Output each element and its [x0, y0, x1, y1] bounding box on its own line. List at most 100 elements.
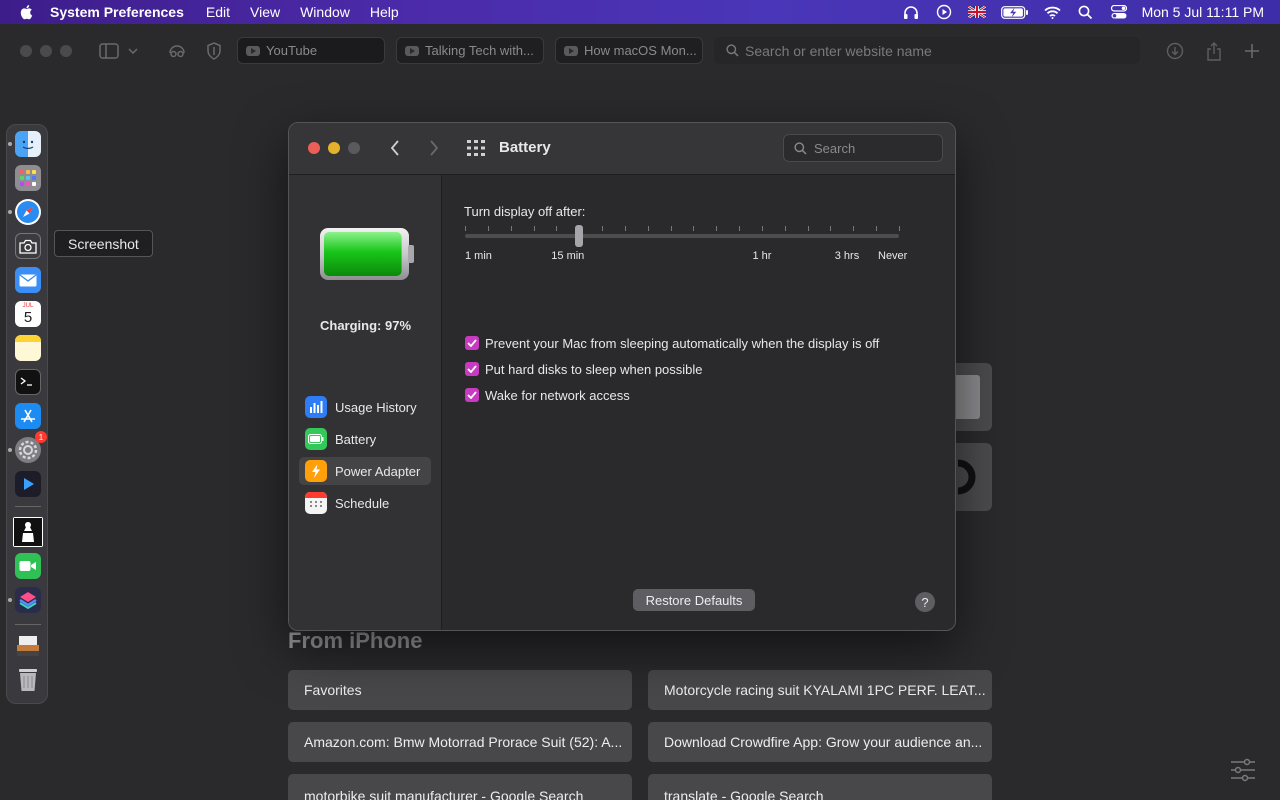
page-icon	[952, 375, 980, 419]
section-title-from-iphone: From iPhone	[288, 628, 423, 653]
iphone-tab-tile[interactable]: Motorcycle racing suit KYALAMI 1PC PERF.…	[648, 670, 992, 710]
mail-icon[interactable]	[15, 267, 41, 293]
iphone-tab-tile[interactable]: Amazon.com: Bmw Motorrad Prorace Suit (5…	[288, 722, 632, 762]
menu-edit[interactable]: Edit	[206, 4, 230, 20]
iphone-tab-tile[interactable]: motorbike suit manufacturer - Google Sea…	[288, 774, 632, 800]
menu-view[interactable]: View	[250, 4, 280, 20]
calendar-header	[305, 492, 327, 498]
play-circle-icon[interactable]	[935, 4, 953, 20]
shield-icon[interactable]	[203, 40, 225, 62]
show-all-grid-icon[interactable]	[467, 140, 485, 156]
display-off-slider[interactable]	[465, 225, 900, 247]
control-center-icon[interactable]	[1110, 4, 1128, 20]
battery-sidebar: Charging: 97% Usage History Battery Powe…	[289, 175, 442, 630]
calendar-icon[interactable]: JUL 5	[15, 301, 41, 327]
menu-window[interactable]: Window	[300, 4, 350, 20]
back-chevron-icon[interactable]	[390, 140, 400, 156]
infuse-icon[interactable]	[15, 471, 41, 497]
address-bar[interactable]: Search or enter website name	[714, 37, 1140, 64]
slider-tick	[899, 226, 900, 231]
slider-tick	[807, 226, 809, 231]
chess-icon[interactable]	[13, 517, 43, 547]
share-icon[interactable]	[1203, 40, 1225, 62]
screenshot-icon[interactable]	[15, 233, 41, 259]
calendar-day: 5	[23, 308, 33, 326]
facetime-icon[interactable]	[15, 553, 41, 579]
checkbox-label: Put hard disks to sleep when possible	[485, 361, 703, 377]
tab-youtube[interactable]: YouTube	[237, 37, 385, 64]
preferences-search-input[interactable]: Search	[783, 134, 943, 162]
tab-label: Talking Tech with...	[425, 43, 534, 58]
youtube-icon	[564, 45, 578, 56]
app-name-menu[interactable]: System Preferences	[50, 4, 184, 20]
window-close-button[interactable]	[308, 142, 320, 154]
slider-tick	[693, 226, 695, 231]
iphone-tab-tile[interactable]: translate - Google Search	[648, 774, 992, 800]
menu-help[interactable]: Help	[370, 4, 399, 20]
terminal-icon[interactable]	[15, 369, 41, 395]
sidebar-item-battery[interactable]: Battery	[299, 425, 431, 453]
slider-tick	[670, 226, 672, 231]
battery-charging-icon[interactable]	[1000, 4, 1029, 20]
menu-bar-clock[interactable]: Mon 5 Jul 11:11 PM	[1142, 4, 1264, 20]
wifi-icon[interactable]	[1044, 4, 1062, 20]
chevron-down-icon[interactable]	[126, 40, 140, 62]
headphones-icon[interactable]	[902, 4, 920, 20]
tab-how-macos[interactable]: How macOS Mon...	[555, 37, 703, 64]
tick-label-1-min: 1 min	[465, 250, 492, 262]
apple-icon[interactable]	[18, 3, 36, 21]
safari-icon[interactable]	[15, 199, 41, 225]
hard-disks-sleep-checkbox[interactable]	[465, 362, 479, 376]
sidebar-label: Usage History	[335, 399, 417, 415]
window-zoom-button[interactable]	[348, 142, 360, 154]
address-placeholder: Search or enter website name	[745, 42, 932, 59]
running-indicator	[8, 598, 12, 602]
iphone-tab-tile[interactable]: Favorites	[288, 670, 632, 710]
sidebar-label: Schedule	[335, 495, 390, 511]
notification-badge: 1	[35, 431, 47, 443]
window-minimize-button[interactable]	[328, 142, 340, 154]
sidebar-item-schedule[interactable]: Schedule	[299, 489, 431, 517]
iphone-tab-tile[interactable]: Download Crowdfire App: Grow your audien…	[648, 722, 992, 762]
system-preferences-icon[interactable]: 1	[15, 431, 47, 463]
search-icon	[726, 44, 739, 57]
tick-label-15-min: 15 min	[551, 250, 585, 262]
uk-flag-icon[interactable]	[967, 4, 986, 20]
slider-tick	[487, 226, 489, 231]
tab-talking-tech[interactable]: Talking Tech with...	[396, 37, 544, 64]
launchpad-icon[interactable]	[15, 165, 41, 191]
restore-defaults-button[interactable]: Restore Defaults	[633, 589, 755, 611]
battery-preferences-window: Battery Search Charging: 97% Usage Histo…	[288, 122, 956, 631]
notes-icon[interactable]	[15, 335, 41, 361]
sidebar-item-usage-history[interactable]: Usage History	[299, 393, 431, 421]
shortcuts-icon[interactable]	[15, 587, 41, 613]
wake-network-checkbox[interactable]	[465, 388, 479, 402]
browser-minimize-button[interactable]	[40, 45, 52, 57]
browser-zoom-button[interactable]	[60, 45, 72, 57]
downloads-stack-icon[interactable]	[15, 633, 41, 659]
finder-icon[interactable]	[15, 131, 41, 157]
slider-tick	[465, 226, 466, 231]
forward-chevron-icon[interactable]	[429, 140, 439, 156]
search-icon	[794, 141, 807, 155]
spotlight-search-icon[interactable]	[1077, 4, 1095, 20]
menu-bar: System Preferences Edit View Window Help…	[0, 0, 1280, 24]
prevent-sleep-checkbox[interactable]	[465, 336, 479, 350]
display-off-label: Turn display off after:	[464, 204, 586, 219]
prevent-sleep-checkbox-row[interactable]: Prevent your Mac from sleeping automatic…	[465, 334, 879, 352]
trash-icon[interactable]	[15, 667, 41, 693]
privacy-mask-icon[interactable]	[166, 40, 188, 62]
help-button[interactable]: ?	[915, 592, 935, 612]
wake-network-checkbox-row[interactable]: Wake for network access	[465, 386, 630, 404]
customize-sliders-icon[interactable]	[1230, 758, 1256, 782]
new-tab-plus-icon[interactable]	[1241, 40, 1263, 62]
calendar-schedule-icon	[305, 492, 327, 514]
app-store-icon[interactable]	[15, 403, 41, 429]
sidebar-toggle-icon[interactable]	[98, 40, 120, 62]
slider-thumb[interactable]	[575, 225, 584, 247]
checkmark-icon	[467, 339, 477, 347]
downloads-icon[interactable]	[1164, 40, 1186, 62]
browser-close-button[interactable]	[20, 45, 32, 57]
hard-disks-sleep-checkbox-row[interactable]: Put hard disks to sleep when possible	[465, 360, 703, 378]
sidebar-item-power-adapter[interactable]: Power Adapter	[299, 457, 431, 485]
